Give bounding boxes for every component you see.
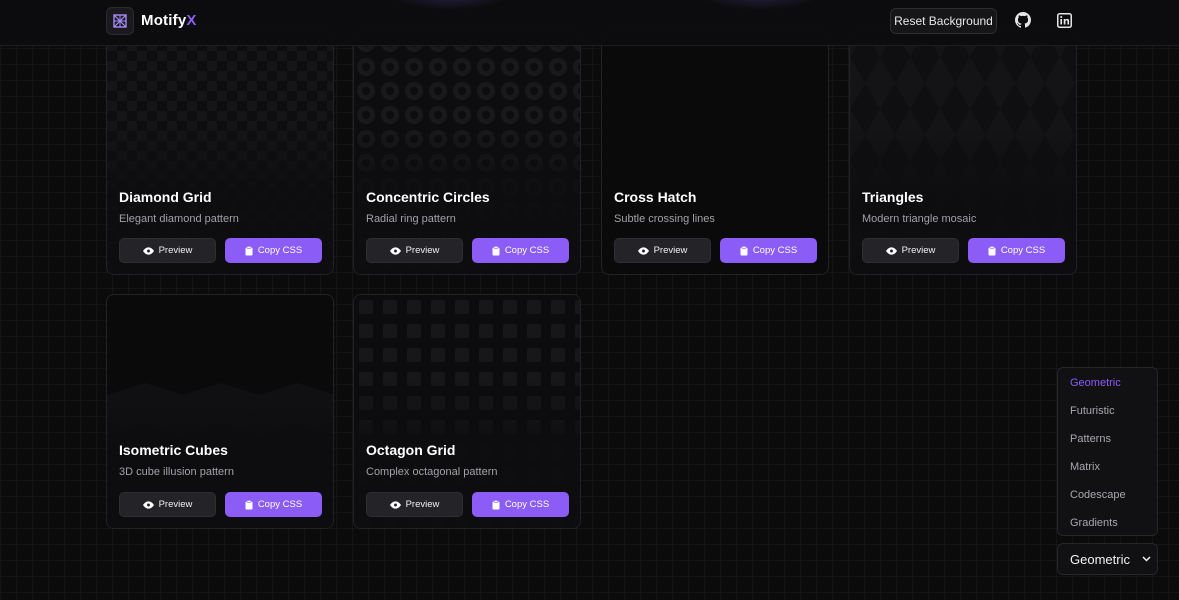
github-icon[interactable] bbox=[1014, 11, 1032, 29]
preview-button[interactable]: Preview bbox=[119, 238, 216, 263]
linkedin-icon[interactable] bbox=[1055, 11, 1073, 29]
card-description: Subtle crossing lines bbox=[614, 213, 715, 225]
card-description: Elegant diamond pattern bbox=[119, 213, 239, 225]
copy-css-button[interactable]: Copy CSS bbox=[472, 238, 569, 263]
card-title: Isometric Cubes bbox=[119, 442, 228, 458]
category-select[interactable]: Geometric bbox=[1057, 543, 1158, 575]
copy-label: Copy CSS bbox=[504, 245, 550, 256]
preview-button[interactable]: Preview bbox=[614, 238, 711, 263]
pattern-card[interactable]: Triangles Modern triangle mosaic Preview… bbox=[849, 30, 1077, 275]
category-select-value: Geometric bbox=[1070, 551, 1130, 567]
header-glow bbox=[390, 0, 510, 10]
category-item-futuristic[interactable]: Futuristic bbox=[1070, 405, 1115, 417]
pattern-card[interactable]: Concentric Circles Radial ring pattern P… bbox=[353, 30, 581, 275]
eye-icon bbox=[389, 246, 401, 255]
clipboard-icon bbox=[492, 499, 500, 509]
preview-label: Preview bbox=[158, 499, 193, 510]
header-glow bbox=[700, 0, 820, 10]
clipboard-icon bbox=[740, 245, 748, 255]
preview-label: Preview bbox=[158, 245, 193, 256]
preview-button[interactable]: Preview bbox=[862, 238, 959, 263]
card-title: Concentric Circles bbox=[366, 189, 490, 205]
copy-label: Copy CSS bbox=[257, 245, 303, 256]
card-description: Complex octagonal pattern bbox=[366, 466, 498, 478]
copy-css-button[interactable]: Copy CSS bbox=[720, 238, 817, 263]
pattern-card[interactable]: Isometric Cubes 3D cube illusion pattern… bbox=[106, 294, 334, 529]
eye-icon bbox=[885, 246, 897, 255]
card-title: Octagon Grid bbox=[366, 442, 456, 458]
eye-icon bbox=[142, 500, 154, 509]
eye-icon bbox=[637, 246, 649, 255]
copy-label: Copy CSS bbox=[257, 499, 303, 510]
preview-button[interactable]: Preview bbox=[366, 238, 463, 263]
top-navbar: MotifyX Reset Background bbox=[0, 0, 1179, 46]
copy-css-button[interactable]: Copy CSS bbox=[472, 492, 569, 517]
copy-css-button[interactable]: Copy CSS bbox=[968, 238, 1065, 263]
preview-label: Preview bbox=[405, 245, 440, 256]
card-description: 3D cube illusion pattern bbox=[119, 466, 234, 478]
copy-label: Copy CSS bbox=[752, 245, 798, 256]
clipboard-icon bbox=[988, 245, 996, 255]
copy-label: Copy CSS bbox=[504, 499, 550, 510]
preview-label: Preview bbox=[901, 245, 936, 256]
chevron-down-icon bbox=[1142, 556, 1151, 562]
brand-main: Motify bbox=[141, 12, 187, 29]
pattern-card[interactable]: Diamond Grid Elegant diamond pattern Pre… bbox=[106, 30, 334, 275]
brand-name[interactable]: MotifyX bbox=[141, 12, 197, 29]
category-item-geometric[interactable]: Geometric bbox=[1070, 377, 1121, 389]
category-item-patterns[interactable]: Patterns bbox=[1070, 433, 1111, 445]
category-menu: Geometric Futuristic Patterns Matrix Cod… bbox=[1057, 367, 1158, 536]
clipboard-icon bbox=[245, 499, 253, 509]
grid-logo-icon bbox=[113, 14, 127, 28]
category-item-matrix[interactable]: Matrix bbox=[1070, 461, 1100, 473]
copy-css-button[interactable]: Copy CSS bbox=[225, 492, 322, 517]
category-item-gradients[interactable]: Gradients bbox=[1070, 517, 1118, 529]
brand-accent: X bbox=[186, 12, 197, 29]
preview-label: Preview bbox=[405, 499, 440, 510]
pattern-card[interactable]: Octagon Grid Complex octagonal pattern P… bbox=[353, 294, 581, 529]
copy-label: Copy CSS bbox=[1000, 245, 1046, 256]
card-description: Modern triangle mosaic bbox=[862, 213, 977, 225]
card-description: Radial ring pattern bbox=[366, 213, 456, 225]
copy-css-button[interactable]: Copy CSS bbox=[225, 238, 322, 263]
pattern-card[interactable]: Cross Hatch Subtle crossing lines Previe… bbox=[601, 30, 829, 275]
card-title: Triangles bbox=[862, 189, 924, 205]
category-item-codescape[interactable]: Codescape bbox=[1070, 489, 1126, 501]
clipboard-icon bbox=[245, 245, 253, 255]
clipboard-icon bbox=[492, 245, 500, 255]
eye-icon bbox=[142, 246, 154, 255]
card-title: Cross Hatch bbox=[614, 189, 697, 205]
card-title: Diamond Grid bbox=[119, 189, 212, 205]
logo[interactable] bbox=[106, 7, 134, 35]
preview-button[interactable]: Preview bbox=[119, 492, 216, 517]
eye-icon bbox=[389, 500, 401, 509]
preview-label: Preview bbox=[653, 245, 688, 256]
preview-button[interactable]: Preview bbox=[366, 492, 463, 517]
reset-background-button[interactable]: Reset Background bbox=[890, 8, 997, 34]
